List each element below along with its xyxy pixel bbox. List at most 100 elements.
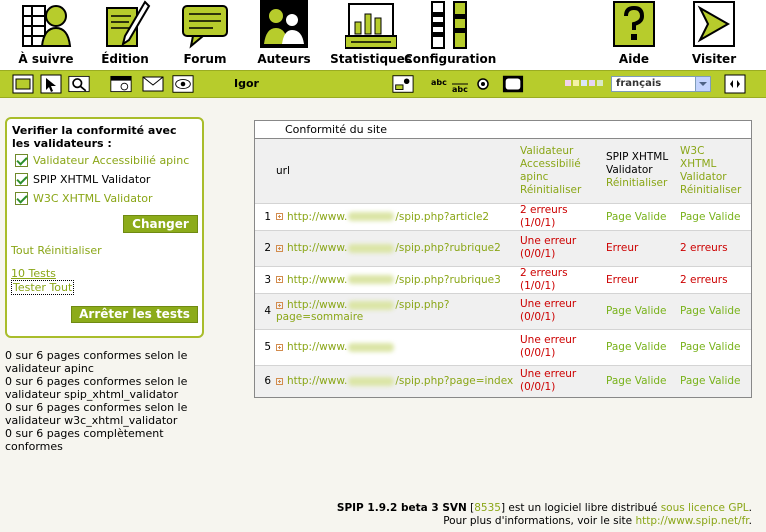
- nav-label: Aide: [618, 52, 650, 66]
- mail-icon[interactable]: [142, 74, 164, 94]
- expand-icon[interactable]: [276, 213, 283, 220]
- license-link[interactable]: sous licence GPL: [661, 502, 749, 514]
- header-num: [255, 139, 273, 203]
- results-table: Conformité du site url Validateur Access…: [254, 120, 752, 398]
- spellcheck-icon[interactable]: abc abc: [430, 74, 474, 94]
- row-number: 1: [255, 202, 273, 230]
- url-prefix: http://www.: [287, 210, 348, 223]
- footer-text: Pour plus d'informations, voir le site: [443, 515, 633, 527]
- row-url-link[interactable]: http://www./spip.php?page=sommaire: [276, 299, 449, 323]
- redacted-domain: [348, 275, 395, 284]
- nav-configuration[interactable]: Configuration: [404, 0, 496, 70]
- nav-edition[interactable]: Édition: [79, 0, 171, 70]
- expand-icon[interactable]: [276, 343, 283, 351]
- color-swatch-green[interactable]: [597, 80, 603, 86]
- redacted-domain: [348, 342, 395, 352]
- apinc-result[interactable]: Une erreur (0/0/1): [517, 328, 603, 365]
- apinc-result[interactable]: Une erreur (0/0/1): [517, 292, 603, 329]
- interface-icon[interactable]: [392, 74, 414, 94]
- row-url-link[interactable]: http://www. /spip.php?article2: [287, 211, 489, 223]
- header-spip-label: SPIP XHTML: [606, 151, 669, 164]
- spip-result[interactable]: Page Valide: [603, 292, 677, 329]
- url-path: /spip.php?rubrique3: [395, 273, 501, 286]
- redacted-domain: [348, 376, 395, 386]
- reset-all-link[interactable]: Tout Réinitialiser: [11, 244, 102, 257]
- color-swatch-pink[interactable]: [565, 80, 571, 86]
- expand-icon[interactable]: [276, 276, 283, 283]
- cursor-icon[interactable]: [40, 74, 62, 94]
- w3c-result[interactable]: 2 erreurs: [677, 265, 751, 293]
- test-all-link[interactable]: Tester Tout: [11, 280, 75, 295]
- apinc-result[interactable]: 2 erreurs (1/0/1): [517, 265, 603, 293]
- apinc-result[interactable]: 2 erreurs (1/0/1): [517, 202, 603, 230]
- row-url-link[interactable]: http://www.: [287, 341, 395, 353]
- table-row: 3 http://www. /spip.php?rubrique3 2 erreurs…: [255, 265, 751, 293]
- apinc-result[interactable]: Une erreur (0/0/1): [517, 229, 603, 266]
- nav-visiter[interactable]: Visiter: [668, 0, 760, 70]
- w3c-result[interactable]: Page Valide: [677, 364, 751, 397]
- speech-bubble-icon: [182, 5, 228, 49]
- calendar-icon[interactable]: [110, 74, 132, 94]
- spip-result[interactable]: Page Valide: [603, 364, 677, 397]
- color-swatch-blue[interactable]: [581, 80, 587, 86]
- url-prefix: http://www.: [287, 242, 348, 254]
- expand-icon[interactable]: [276, 377, 283, 385]
- language-select[interactable]: français: [611, 76, 711, 92]
- validator-option-apinc[interactable]: Validateur Accessibilié apinc: [15, 153, 189, 169]
- row-url-cell: http://www.: [273, 328, 517, 365]
- conformity-summary: 0 sur 6 pages conformes selon le validat…: [5, 349, 205, 453]
- header-apinc-reset[interactable]: Réinitialiser: [520, 184, 600, 197]
- chevron-down-icon: [695, 77, 710, 91]
- results-table-title: Conformité du site: [255, 121, 751, 139]
- w3c-result[interactable]: 2 erreurs: [677, 229, 751, 266]
- row-url-cell: http://www. /spip.php?rubrique2: [273, 229, 517, 266]
- footer-line-1: SPIP 1.9.2 beta 3 SVN [8535] est un logi…: [336, 502, 752, 514]
- spip-result[interactable]: Erreur: [603, 265, 677, 293]
- results-rows: 1 http://www. /spip.php?article2 2 erreurs …: [255, 202, 751, 397]
- row-url-cell: http://www. /spip.php?rubrique3: [273, 265, 517, 293]
- change-button[interactable]: Changer: [123, 215, 198, 233]
- row-url-link[interactable]: http://www. /spip.php?rubrique2: [287, 242, 501, 254]
- header-w3c-reset[interactable]: Réinitialiser: [680, 184, 748, 197]
- apinc-result[interactable]: Une erreur (0/0/1): [517, 364, 603, 397]
- color-swatch-purple[interactable]: [589, 80, 595, 86]
- checkbox-checked[interactable]: [15, 191, 28, 205]
- eye-icon[interactable]: [172, 74, 194, 94]
- screen-width-icon[interactable]: [724, 74, 746, 94]
- stop-tests-button[interactable]: Arrêter les tests: [71, 306, 198, 323]
- spip-result[interactable]: Page Valide: [603, 202, 677, 230]
- w3c-result[interactable]: Page Valide: [677, 202, 751, 230]
- username[interactable]: Igor: [234, 77, 259, 90]
- folder-icon[interactable]: [12, 74, 34, 94]
- row-url-link[interactable]: http://www. /spip.php?rubrique3: [287, 274, 501, 286]
- color-swatch-yellow[interactable]: [573, 80, 579, 86]
- summary-line: 0 sur 6 pages conformes selon le validat…: [5, 401, 188, 427]
- validator-option-spip[interactable]: SPIP XHTML Validator: [15, 172, 150, 188]
- tests-count-link[interactable]: 10 Tests: [11, 267, 56, 280]
- spip-result[interactable]: Page Valide: [603, 328, 677, 365]
- header-spip-reset[interactable]: Réinitialiser: [606, 177, 674, 190]
- nav-aide[interactable]: Aide: [588, 0, 680, 70]
- row-number: 5: [255, 328, 273, 365]
- magnifier-icon[interactable]: [68, 74, 90, 94]
- row-url-link[interactable]: http://www. /spip.php?page=index: [287, 375, 513, 387]
- settings-icon[interactable]: [476, 74, 490, 94]
- spip-result[interactable]: Erreur: [603, 229, 677, 266]
- w3c-result[interactable]: Page Valide: [677, 328, 751, 365]
- url-path: /spip.php?article2: [395, 210, 490, 223]
- validator-option-w3c[interactable]: W3C XHTML Validator: [15, 191, 153, 207]
- checkbox-checked[interactable]: [15, 172, 28, 186]
- table-row: 5 http://www. Une erreur (0/0/1) Page Valid…: [255, 328, 751, 365]
- spip-site-link[interactable]: http://www.spip.net/fr: [635, 515, 748, 527]
- expand-icon[interactable]: [276, 244, 283, 252]
- w3c-result[interactable]: Page Valide: [677, 292, 751, 329]
- spip-version: SPIP 1.9.2 beta 3 SVN: [336, 502, 467, 514]
- help-icon: [613, 1, 655, 47]
- nav-auteurs[interactable]: Auteurs: [238, 0, 330, 70]
- row-number: 6: [255, 364, 273, 397]
- expand-icon[interactable]: [276, 301, 283, 309]
- window-icon[interactable]: [502, 74, 524, 94]
- svg-text:abc: abc: [452, 85, 468, 94]
- checkbox-checked[interactable]: [15, 153, 28, 167]
- revision-link[interactable]: 8535: [474, 502, 501, 514]
